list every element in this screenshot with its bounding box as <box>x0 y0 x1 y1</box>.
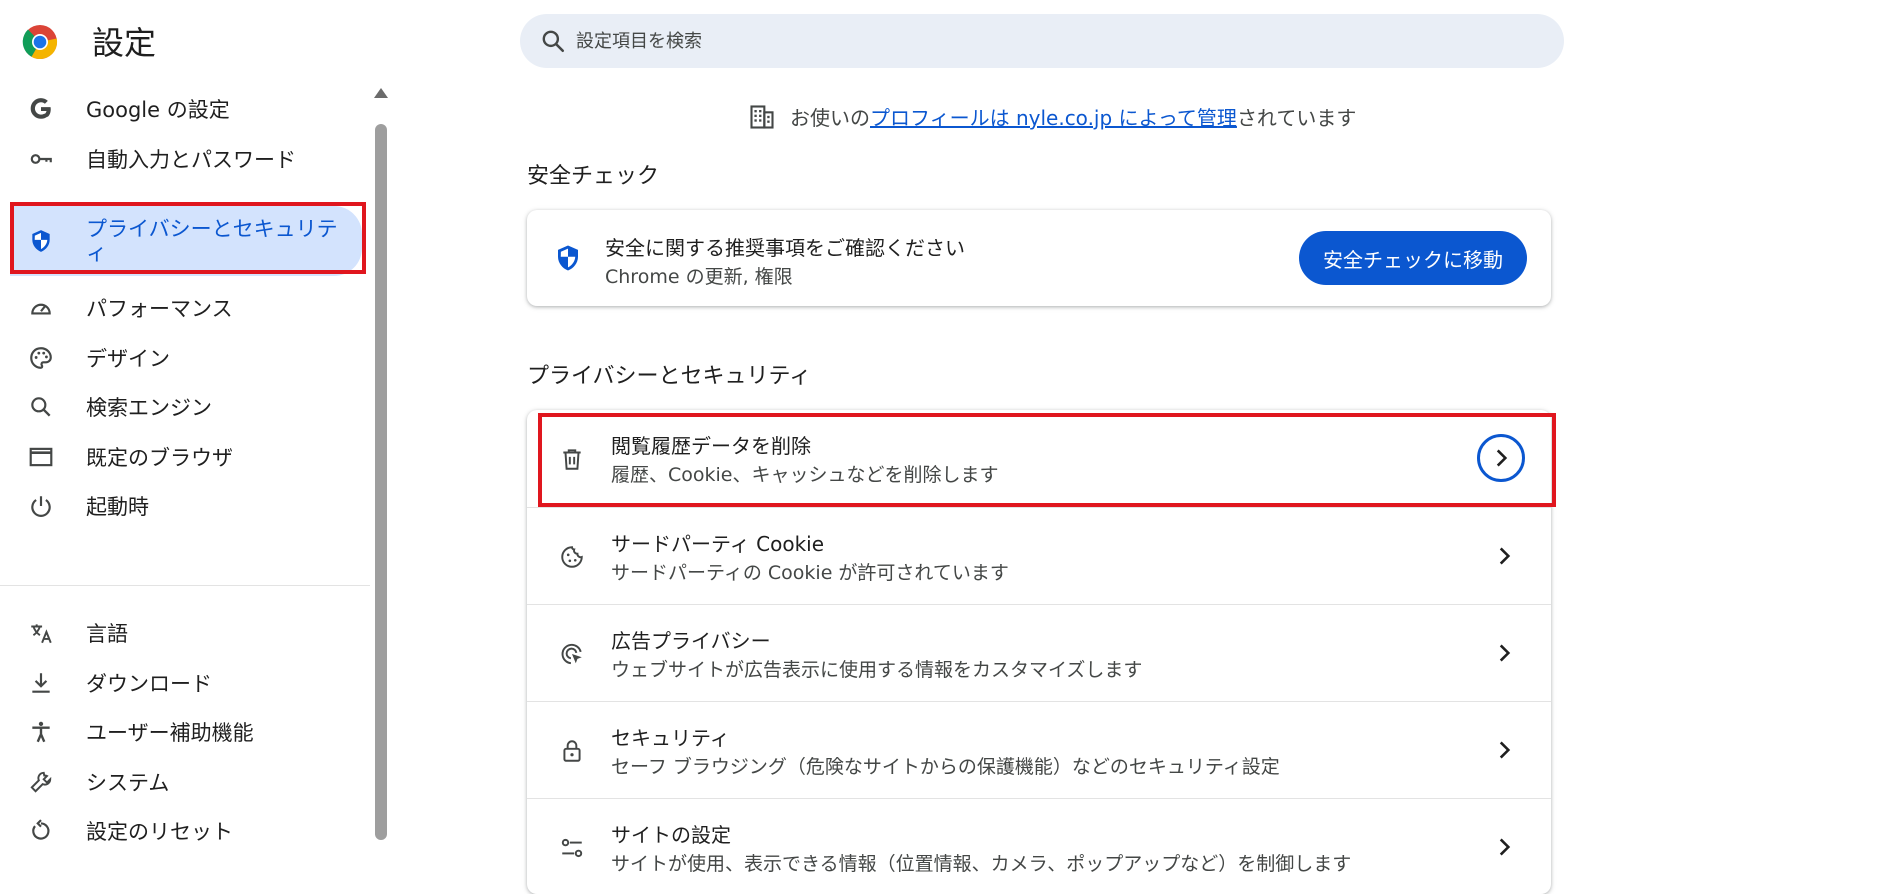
managed-profile-link[interactable]: プロフィールは nyle.co.jp によって管理 <box>870 102 1237 131</box>
row-ad-privacy[interactable]: 広告プライバシー ウェブサイトが広告表示に使用する情報をカスタマイズします <box>527 604 1551 701</box>
chevron-right-icon[interactable] <box>1487 733 1521 767</box>
sidebar-divider <box>0 585 370 586</box>
privacy-section-title: プライバシーとセキュリティ <box>527 364 812 389</box>
managed-notice-prefix: お使いの <box>790 106 870 130</box>
managed-profile-notice: お使いの プロフィールは nyle.co.jp によって管理 されています <box>748 102 1356 131</box>
reset-icon <box>26 816 56 846</box>
sidebar-item-downloads[interactable]: ダウンロード <box>0 658 362 708</box>
sidebar-item-reset[interactable]: 設定のリセット <box>0 806 362 856</box>
sidebar-item-accessibility[interactable]: ユーザー補助機能 <box>0 707 362 757</box>
highlight-box-clear-browsing-data <box>538 413 1556 507</box>
accessibility-icon <box>26 717 56 747</box>
sidebar-item-label: デザイン <box>86 347 170 371</box>
sidebar-item-google[interactable]: Google の設定 <box>0 84 362 134</box>
power-icon <box>26 491 56 521</box>
sidebar-item-on-startup[interactable]: 起動時 <box>0 481 362 531</box>
row-title: セキュリティ <box>611 726 730 750</box>
sidebar-item-label: 自動入力とパスワード <box>86 148 296 172</box>
sidebar-item-autofill[interactable]: 自動入力とパスワード <box>0 134 362 184</box>
row-subtitle: セーフ ブラウジング（危険なサイトからの保護機能）などのセキュリティ設定 <box>611 756 1280 778</box>
translate-icon <box>26 618 56 648</box>
key-icon <box>26 144 56 174</box>
settings-search-bar[interactable] <box>520 14 1564 68</box>
sidebar-item-performance[interactable]: パフォーマンス <box>0 283 362 333</box>
sidebar-item-label: 既定のブラウザ <box>86 446 233 470</box>
sliders-icon <box>557 833 587 863</box>
ad-target-icon <box>557 639 587 669</box>
row-subtitle: ウェブサイトが広告表示に使用する情報をカスタマイズします <box>611 659 1143 681</box>
lock-icon <box>557 736 587 766</box>
sidebar-item-appearance[interactable]: デザイン <box>0 333 362 383</box>
search-input[interactable] <box>576 30 1476 52</box>
safety-check-card: 安全に関する推奨事項をご確認ください Chrome の更新, 権限 安全チェック… <box>527 210 1551 306</box>
chevron-right-icon[interactable] <box>1487 636 1521 670</box>
sidebar-item-label: 設定のリセット <box>86 820 233 844</box>
sidebar-item-system[interactable]: システム <box>0 757 362 807</box>
sidebar-item-label: システム <box>86 771 170 795</box>
row-security[interactable]: セキュリティ セーフ ブラウジング（危険なサイトからの保護機能）などのセキュリテ… <box>527 701 1551 798</box>
safety-check-title: 安全に関する推奨事項をご確認ください <box>605 236 965 260</box>
speedometer-icon <box>26 293 56 323</box>
safety-check-section-title: 安全チェック <box>527 164 660 189</box>
chrome-logo-icon <box>22 25 58 60</box>
sidebar-item-label: ダウンロード <box>86 672 212 696</box>
wrench-icon <box>26 767 56 797</box>
search-icon <box>542 30 565 53</box>
sidebar-item-label: 起動時 <box>86 495 149 519</box>
google-g-icon <box>26 94 56 124</box>
scrollbar-thumb[interactable] <box>375 124 387 840</box>
browser-window-icon <box>26 442 56 472</box>
shield-icon <box>558 245 578 271</box>
chevron-right-icon[interactable] <box>1487 539 1521 573</box>
row-third-party-cookies[interactable]: サードパーティ Cookie サードパーティの Cookie が許可されています <box>527 507 1551 604</box>
sidebar-item-search-engine[interactable]: 検索エンジン <box>0 382 362 432</box>
sidebar-item-default-browser[interactable]: 既定のブラウザ <box>0 432 362 482</box>
scroll-up-arrow-icon[interactable] <box>374 88 388 98</box>
sidebar-item-label: ユーザー補助機能 <box>86 721 254 745</box>
sidebar-item-label: パフォーマンス <box>86 297 233 321</box>
highlight-box-sidebar <box>10 202 366 274</box>
chevron-right-icon[interactable] <box>1487 830 1521 864</box>
row-subtitle: サイトが使用、表示できる情報（位置情報、カメラ、ポップアップなど）を制御します <box>611 853 1352 875</box>
palette-icon <box>26 343 56 373</box>
go-to-safety-check-button[interactable]: 安全チェックに移動 <box>1299 231 1527 285</box>
search-icon <box>26 392 56 422</box>
page-title: 設定 <box>92 24 157 62</box>
row-title: サードパーティ Cookie <box>611 532 825 556</box>
safety-check-subtitle: Chrome の更新, 権限 <box>605 266 793 288</box>
download-icon <box>26 668 56 698</box>
sidebar-item-label: 言語 <box>86 622 128 646</box>
row-title: サイトの設定 <box>611 823 731 847</box>
row-site-settings[interactable]: サイトの設定 サイトが使用、表示できる情報（位置情報、カメラ、ポップアップなど）… <box>527 798 1551 894</box>
sidebar-item-label: Google の設定 <box>86 98 230 122</box>
sidebar-scrollbar[interactable] <box>373 88 389 842</box>
row-title: 広告プライバシー <box>611 629 771 653</box>
sidebar-item-languages[interactable]: 言語 <box>0 608 362 658</box>
row-subtitle: サードパーティの Cookie が許可されています <box>611 562 1009 584</box>
settings-app: 設定 Google の設定 自動入力とパスワード プライバシーとセキュリティ <box>0 0 1896 894</box>
sidebar-item-label: 検索エンジン <box>86 396 212 420</box>
managed-notice-suffix: されています <box>1236 106 1357 130</box>
cookie-icon <box>557 542 587 572</box>
building-icon <box>750 104 774 129</box>
